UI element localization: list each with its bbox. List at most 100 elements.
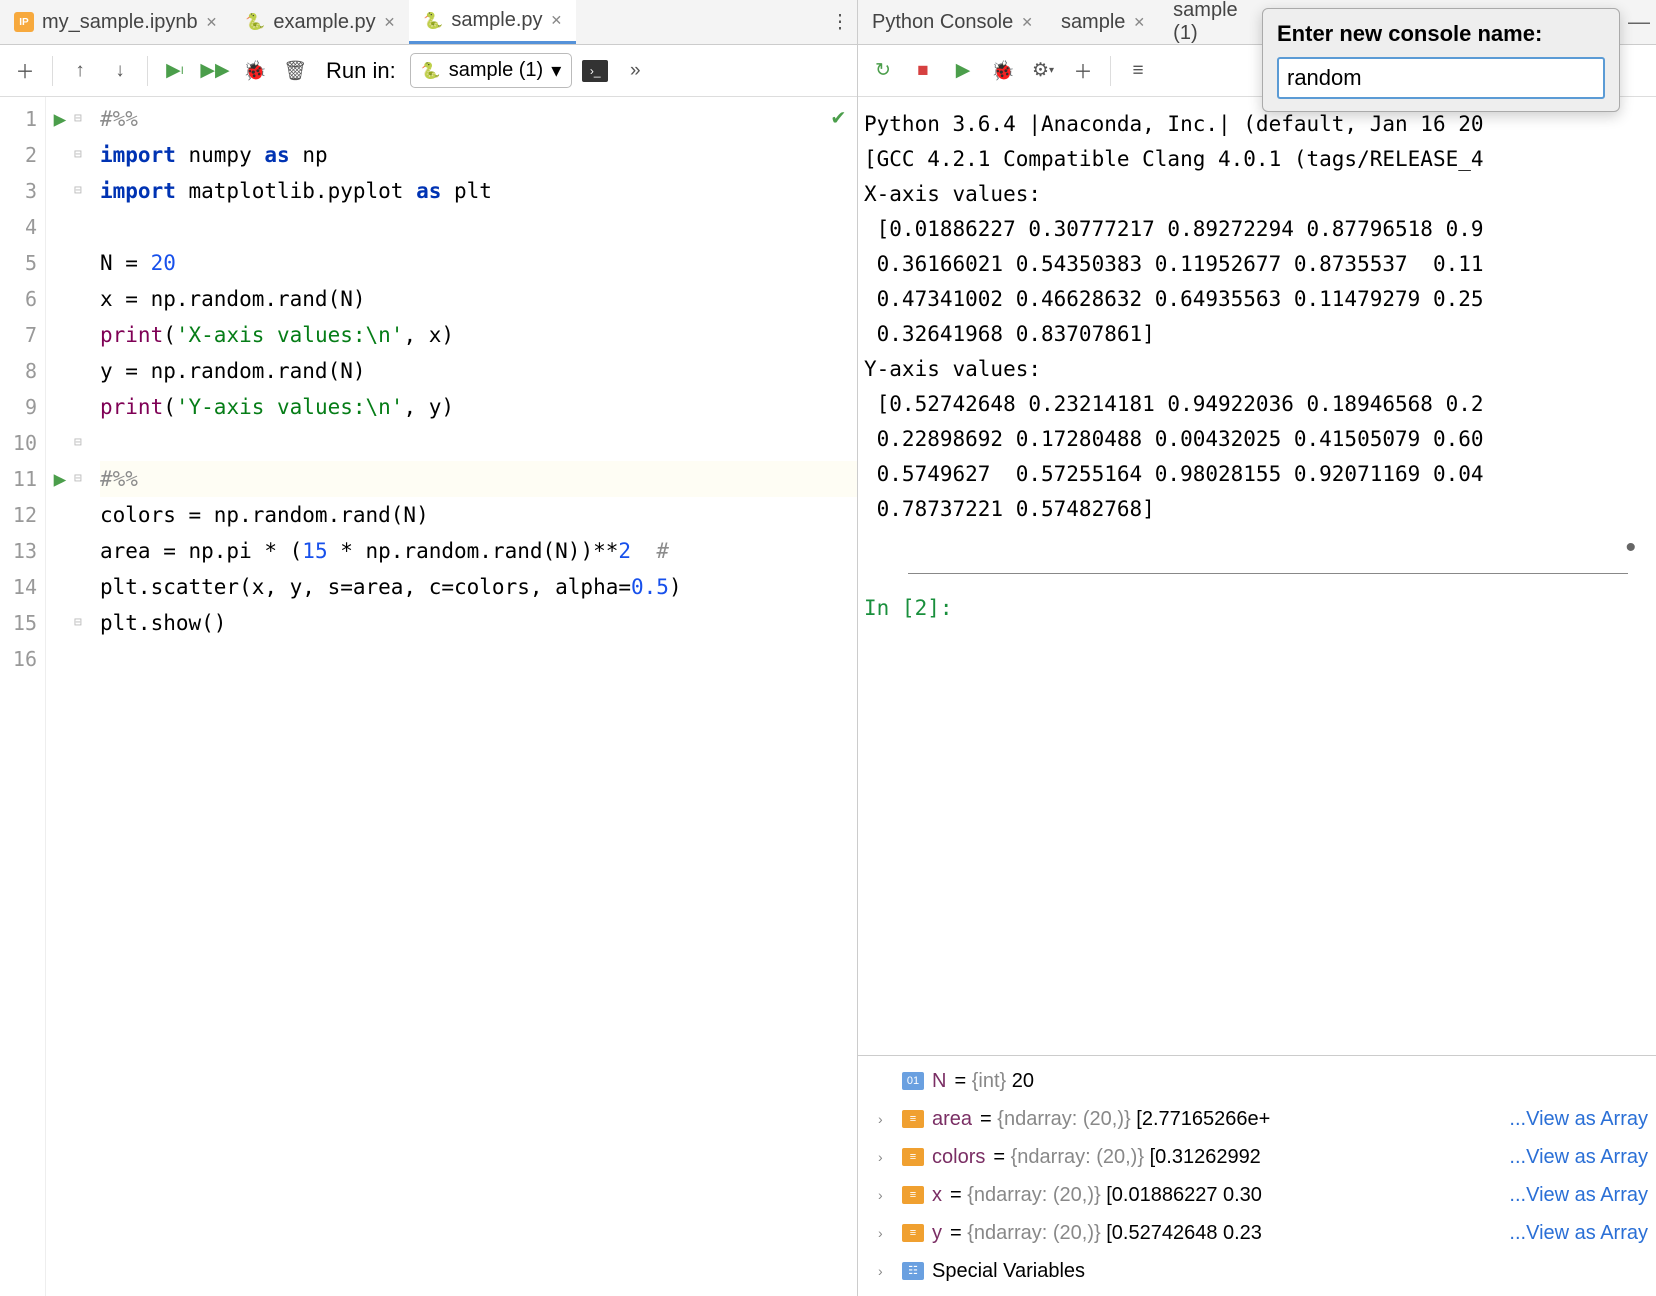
console-output-line: 0.32641968 0.83707861] (864, 317, 1650, 352)
variable-row[interactable]: ›≡colors = {ndarray: (20,)} [0.31262992 … (858, 1138, 1656, 1176)
tab-label: example.py (273, 11, 375, 34)
var-value: = {ndarray: (20,)} [0.31262992 (993, 1141, 1260, 1173)
expand-arrow-icon[interactable]: › (878, 1255, 894, 1287)
tab-label: sample (1061, 11, 1125, 34)
delete-cell-button[interactable]: 🗑 (278, 54, 312, 88)
var-type-icon: ≡ (902, 1148, 924, 1166)
console-pane: Python Console ✕ sample ✕ sample (1) ✕ ⚙… (858, 0, 1656, 1296)
console-output-line: 0.36166021 0.54350383 0.11952677 0.87355… (864, 247, 1650, 282)
view-as-array-link[interactable]: ...View as Array (1509, 1103, 1648, 1135)
tab-example-py[interactable]: example.py ✕ (231, 0, 409, 44)
expand-arrow-icon[interactable]: › (878, 1217, 894, 1249)
tab-label: sample.py (451, 9, 542, 32)
editor-toolbar: ＋ ↑ ↓ ▶I ▶▶ 🐞 🗑 Run in: sample (1) ▾ ›_ … (0, 45, 857, 97)
tab-my-sample-ipynb[interactable]: my_sample.ipynb ✕ (0, 0, 231, 44)
editor-tabs: my_sample.ipynb ✕ example.py ✕ sample.py… (0, 0, 857, 45)
variable-row[interactable]: ›≡y = {ndarray: (20,)} [0.52742648 0.23.… (858, 1214, 1656, 1252)
view-as-array-link[interactable]: ...View as Array (1509, 1217, 1648, 1249)
debug-console-button[interactable]: 🐞 (986, 54, 1020, 88)
close-icon[interactable]: ✕ (551, 12, 563, 29)
run-all-button[interactable]: ▶▶ (198, 54, 232, 88)
python-file-icon (423, 11, 443, 31)
soft-wrap-button[interactable]: ≡ (1121, 54, 1155, 88)
console-output-line: 0.22898692 0.17280488 0.00432025 0.41505… (864, 422, 1650, 457)
move-up-button[interactable]: ↑ (63, 54, 97, 88)
console-properties-button[interactable]: ⚙▾ (1026, 54, 1060, 88)
variable-row[interactable]: ›≡x = {ndarray: (20,)} [0.01886227 0.30.… (858, 1176, 1656, 1214)
move-down-button[interactable]: ↓ (103, 54, 137, 88)
console-output-line: [GCC 4.2.1 Compatible Clang 4.0.1 (tags/… (864, 142, 1650, 177)
tab-python-console[interactable]: Python Console ✕ (858, 0, 1047, 44)
fold-gutter: ⊟⊟⊟⊟⊟⊟ (74, 97, 94, 1296)
jupyter-file-icon (14, 12, 34, 32)
var-value: = {ndarray: (20,)} [0.01886227 0.30 (950, 1179, 1262, 1211)
add-cell-button[interactable]: ＋ (8, 54, 42, 88)
separator (147, 56, 148, 86)
run-target-select[interactable]: sample (1) ▾ (410, 53, 573, 88)
output-separator (908, 573, 1628, 574)
tab-label: Python Console (872, 11, 1013, 34)
var-type-icon: ≡ (902, 1110, 924, 1128)
line-marks-gutter: ▶▶ (46, 97, 74, 1296)
view-as-array-link[interactable]: ...View as Array (1509, 1141, 1648, 1173)
variable-row[interactable]: › ☷ Special Variables (858, 1252, 1656, 1290)
var-value: = {int} 20 (954, 1065, 1034, 1097)
stop-button[interactable]: ■ (906, 54, 940, 88)
debug-cell-button[interactable]: 🐞 (238, 54, 272, 88)
console-output-line: Python 3.6.4 |Anaconda, Inc.| (default, … (864, 107, 1650, 142)
editor-pane: my_sample.ipynb ✕ example.py ✕ sample.py… (0, 0, 858, 1296)
run-in-label: Run in: (326, 58, 396, 84)
var-value: Special Variables (932, 1255, 1085, 1287)
toolbar-overflow-button[interactable]: » (618, 54, 652, 88)
variables-pane: 01N = {int} 20›≡area = {ndarray: (20,)} … (858, 1055, 1656, 1296)
close-icon[interactable]: ✕ (206, 14, 218, 31)
console-output-line: X-axis values: (864, 177, 1650, 212)
tab-sample-console[interactable]: sample ✕ (1047, 0, 1159, 44)
rename-console-label: Enter new console name: (1277, 21, 1605, 47)
separator (52, 56, 53, 86)
expand-arrow-icon[interactable]: › (878, 1141, 894, 1173)
expand-arrow-icon[interactable]: › (878, 1103, 894, 1135)
python-file-icon (245, 12, 265, 32)
code-content[interactable]: #%%import numpy as npimport matplotlib.p… (94, 97, 857, 1296)
app-root: my_sample.ipynb ✕ example.py ✕ sample.py… (0, 0, 1656, 1296)
expand-arrow-icon[interactable]: › (878, 1179, 894, 1211)
inspection-ok-icon[interactable]: ✔ (832, 105, 845, 130)
code-editor[interactable]: 12345678910111213141516 ▶▶ ⊟⊟⊟⊟⊟⊟ #%%imp… (0, 97, 857, 1296)
tab-label: my_sample.ipynb (42, 11, 198, 34)
console-output-line: [0.52742648 0.23214181 0.94922036 0.1894… (864, 387, 1650, 422)
separator (1110, 56, 1111, 86)
chevron-down-icon: ▾ (551, 58, 561, 83)
console-output[interactable]: Python 3.6.4 |Anaconda, Inc.| (default, … (858, 97, 1656, 537)
close-icon[interactable]: ✕ (1021, 14, 1033, 31)
var-name: N (932, 1065, 946, 1097)
console-output-line: [0.01886227 0.30777217 0.89272294 0.8779… (864, 212, 1650, 247)
rename-console-input[interactable] (1277, 57, 1605, 99)
var-type-icon: ≡ (902, 1224, 924, 1242)
open-console-button[interactable]: ›_ (578, 54, 612, 88)
tabs-overflow-button[interactable]: ⋮ (823, 5, 857, 39)
run-target-value: sample (1) (449, 59, 543, 82)
scroll-marker-icon: • (1625, 531, 1636, 565)
close-icon[interactable]: ✕ (384, 14, 396, 31)
python-file-icon (421, 61, 441, 81)
console-output-line: 0.47341002 0.46628632 0.64935563 0.11479… (864, 282, 1650, 317)
view-as-array-link[interactable]: ...View as Array (1509, 1179, 1648, 1211)
execute-button[interactable]: ▶ (946, 54, 980, 88)
rename-console-popup: Enter new console name: (1262, 8, 1620, 112)
hide-tool-window-button[interactable]: — (1622, 5, 1656, 39)
var-name: x (932, 1179, 942, 1211)
var-name: colors (932, 1141, 985, 1173)
close-icon[interactable]: ✕ (1133, 14, 1145, 31)
terminal-icon: ›_ (582, 60, 608, 82)
variable-row[interactable]: ›≡area = {ndarray: (20,)} [2.77165266e+.… (858, 1100, 1656, 1138)
run-cell-button[interactable]: ▶I (158, 54, 192, 88)
console-output-line: 0.78737221 0.57482768] (864, 492, 1650, 527)
var-value: = {ndarray: (20,)} [0.52742648 0.23 (950, 1217, 1262, 1249)
variable-row[interactable]: 01N = {int} 20 (858, 1062, 1656, 1100)
input-prompt[interactable]: In [2]: (864, 596, 1650, 620)
rerun-button[interactable]: ↻ (866, 54, 900, 88)
tab-sample-py[interactable]: sample.py ✕ (409, 0, 576, 44)
new-console-button[interactable]: ＋ (1066, 54, 1100, 88)
var-type-icon: ☷ (902, 1262, 924, 1280)
